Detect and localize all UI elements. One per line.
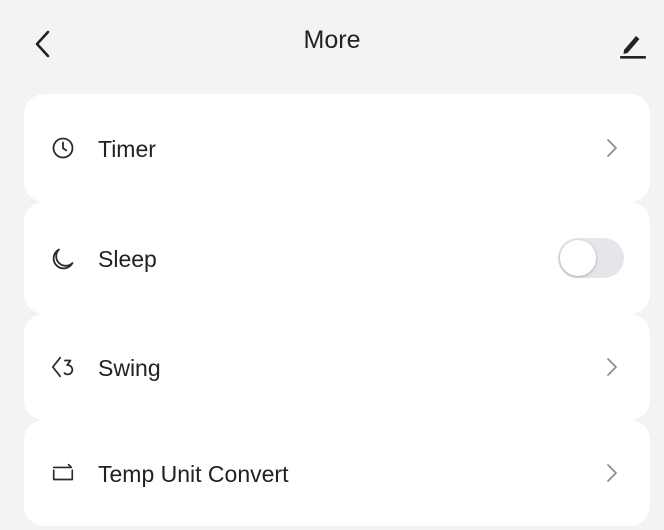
list-item-temp-unit-convert[interactable]: Temp Unit Convert: [24, 420, 650, 526]
page-title: More: [303, 26, 361, 54]
convert-icon: [50, 460, 76, 486]
list-item-timer[interactable]: Timer: [24, 94, 650, 202]
swing-icon: [50, 354, 76, 380]
swing-label: Swing: [98, 355, 161, 381]
header-bar: More: [0, 0, 664, 84]
sleep-label: Sleep: [98, 246, 157, 272]
toggle-knob: [560, 240, 596, 276]
clock-icon: [50, 135, 76, 161]
moon-icon: [50, 246, 76, 272]
list-item-sleep: Sleep: [24, 202, 650, 314]
chevron-right-icon: [604, 136, 620, 160]
edit-button[interactable]: [612, 22, 652, 66]
chevron-right-icon: [604, 355, 620, 379]
sleep-toggle[interactable]: [558, 238, 624, 278]
list-item-swing[interactable]: Swing: [24, 314, 650, 420]
timer-label: Timer: [98, 136, 156, 162]
temp-unit-convert-label: Temp Unit Convert: [98, 461, 289, 487]
chevron-right-icon: [604, 461, 620, 485]
pencil-icon: [620, 36, 646, 59]
